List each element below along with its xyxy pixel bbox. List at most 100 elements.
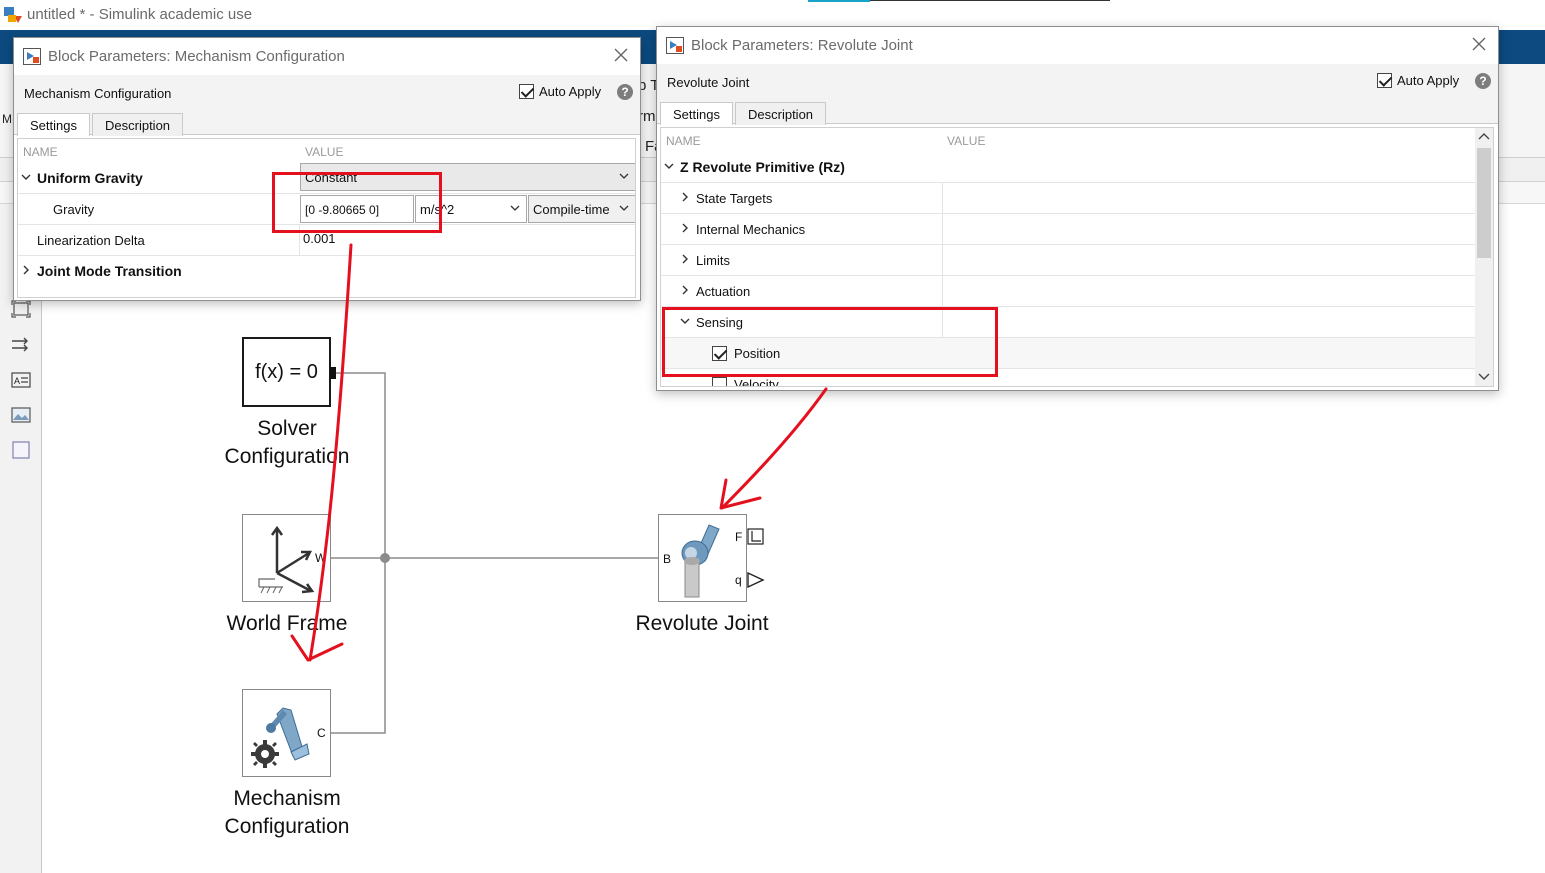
- gravity-mode: Compile-time: [533, 202, 610, 217]
- chevron-down-icon: [510, 205, 520, 211]
- limits-row[interactable]: Limits: [661, 245, 1475, 276]
- gravity-label: Gravity: [53, 202, 95, 217]
- world-frame-axes-icon: [258, 525, 315, 594]
- solver-label-line2: Configuration: [224, 445, 350, 468]
- vertical-scrollbar[interactable]: [1475, 128, 1493, 386]
- solver-port[interactable]: [330, 367, 336, 379]
- world-frame-port-label: W: [315, 551, 327, 565]
- help-icon[interactable]: ?: [617, 84, 633, 100]
- block-name: Revolute Joint: [667, 75, 750, 90]
- dialog-title-bar: Block Parameters: Revolute Joint: [657, 27, 1498, 63]
- tab-settings[interactable]: Settings: [660, 102, 733, 125]
- revolute-joint-icon: [681, 524, 720, 598]
- tab-accent-line: [870, 0, 1110, 1]
- revolute-joint-label: Revolute Joint: [635, 612, 769, 635]
- scroll-thumb[interactable]: [1477, 148, 1491, 258]
- scroll-down-icon[interactable]: [1478, 373, 1490, 381]
- chevron-right-icon[interactable]: [21, 265, 31, 275]
- annotation-icon[interactable]: A: [11, 371, 31, 389]
- mechanism-label-line2: Configuration: [224, 815, 350, 838]
- primitive-row[interactable]: Z Revolute Primitive (Rz): [661, 152, 1475, 183]
- checkbox-box[interactable]: [1377, 73, 1392, 88]
- q-output-port-icon[interactable]: [747, 572, 765, 588]
- scroll-up-icon[interactable]: [1478, 132, 1490, 140]
- tab-accent: [808, 0, 870, 2]
- auto-apply-checkbox[interactable]: Auto Apply: [1377, 73, 1459, 88]
- sensing-highlight-box: [662, 307, 998, 377]
- block-name: Mechanism Configuration: [24, 86, 172, 101]
- uniform-gravity-label: Uniform Gravity: [37, 170, 143, 186]
- linearization-delta-label: Linearization Delta: [37, 233, 145, 248]
- tab-description[interactable]: Description: [92, 113, 184, 136]
- dialog-header: Revolute Joint Auto Apply ?: [657, 64, 1498, 100]
- dialog-header: Mechanism Configuration Auto Apply ?: [14, 75, 640, 111]
- velocity-checkbox[interactable]: [712, 377, 727, 386]
- dialog-title: Block Parameters: Mechanism Configuratio…: [48, 48, 345, 65]
- dialog-title: Block Parameters: Revolute Joint: [691, 37, 913, 54]
- revolute-port-q-label: q: [735, 573, 742, 587]
- solver-configuration-block[interactable]: f(x) = 0: [242, 337, 331, 407]
- fit-view-icon[interactable]: [11, 300, 31, 318]
- revolute-joint-block[interactable]: B F q: [658, 514, 747, 602]
- chevron-right-icon[interactable]: [680, 192, 690, 202]
- world-frame-block[interactable]: W: [242, 514, 331, 602]
- tab-settings[interactable]: Settings: [17, 113, 90, 136]
- simulink-window: untitled * - Simulink academic use p T r…: [0, 0, 1545, 873]
- internal-mechanics-row[interactable]: Internal Mechanics: [661, 214, 1475, 245]
- column-header-value: VALUE: [947, 134, 986, 148]
- chevron-down-icon: [619, 173, 629, 179]
- solver-label-line1: Solver: [257, 417, 317, 440]
- close-icon[interactable]: [612, 46, 630, 64]
- joint-mode-transition-label: Joint Mode Transition: [37, 263, 182, 279]
- column-divider: [942, 183, 943, 214]
- mechanism-configuration-block[interactable]: C: [242, 689, 331, 777]
- auto-apply-label: Auto Apply: [539, 84, 602, 99]
- chevron-down-icon[interactable]: [664, 161, 674, 171]
- column-divider: [942, 214, 943, 245]
- state-targets-label: State Targets: [696, 191, 773, 206]
- gravity-highlight-box: [272, 172, 442, 233]
- limits-label: Limits: [696, 253, 730, 268]
- column-header-name: NAME: [666, 134, 701, 148]
- world-frame-label: World Frame: [226, 612, 348, 635]
- close-icon[interactable]: [1470, 35, 1488, 53]
- state-targets-row[interactable]: State Targets: [661, 183, 1475, 214]
- dialog-title-bar: Block Parameters: Mechanism Configuratio…: [14, 38, 640, 74]
- dialog-tabs: Settings Description: [657, 100, 1498, 125]
- revolute-port-f-label: F: [735, 530, 743, 544]
- window-title: untitled * - Simulink academic use: [27, 6, 253, 23]
- checkbox-box[interactable]: [519, 84, 534, 99]
- simulink-app-icon: [4, 7, 22, 23]
- chevron-right-icon[interactable]: [680, 254, 690, 264]
- mechanism-label-line1: Mechanism: [233, 787, 341, 810]
- velocity-label: Velocity: [734, 377, 779, 387]
- tab-description[interactable]: Description: [735, 102, 827, 125]
- primitive-label: Z Revolute Primitive (Rz): [680, 159, 845, 175]
- column-divider: [942, 276, 943, 307]
- chevron-right-icon[interactable]: [680, 223, 690, 233]
- chevron-right-icon[interactable]: [680, 285, 690, 295]
- svg-text:A: A: [14, 376, 20, 386]
- signal-lines-icon[interactable]: [11, 336, 31, 354]
- block-parameters-icon: [666, 37, 684, 54]
- revolute-port-b-label: B: [663, 552, 672, 566]
- ribbon-fragment[interactable]: M: [2, 112, 12, 126]
- gravity-mode-dropdown[interactable]: Compile-time: [528, 195, 635, 223]
- frame-output-port-icon[interactable]: [747, 528, 765, 546]
- linearization-delta-value[interactable]: 0.001: [303, 231, 336, 246]
- actuation-row[interactable]: Actuation: [661, 276, 1475, 307]
- joint-mode-transition-row[interactable]: Joint Mode Transition: [18, 256, 635, 287]
- mechanism-config-dialog: Block Parameters: Mechanism Configuratio…: [13, 37, 641, 301]
- block-parameters-icon: [23, 48, 41, 65]
- chevron-down-icon[interactable]: [21, 172, 31, 182]
- chevron-down-icon: [619, 205, 629, 211]
- column-header-name: NAME: [23, 145, 58, 159]
- dialog-tabs: Settings Description: [14, 111, 640, 136]
- image-icon[interactable]: [11, 406, 31, 424]
- column-divider: [942, 245, 943, 276]
- left-palette: A: [0, 204, 42, 873]
- area-icon[interactable]: [11, 441, 31, 459]
- auto-apply-checkbox[interactable]: Auto Apply: [519, 84, 601, 99]
- auto-apply-label: Auto Apply: [1397, 73, 1460, 88]
- help-icon[interactable]: ?: [1475, 73, 1491, 89]
